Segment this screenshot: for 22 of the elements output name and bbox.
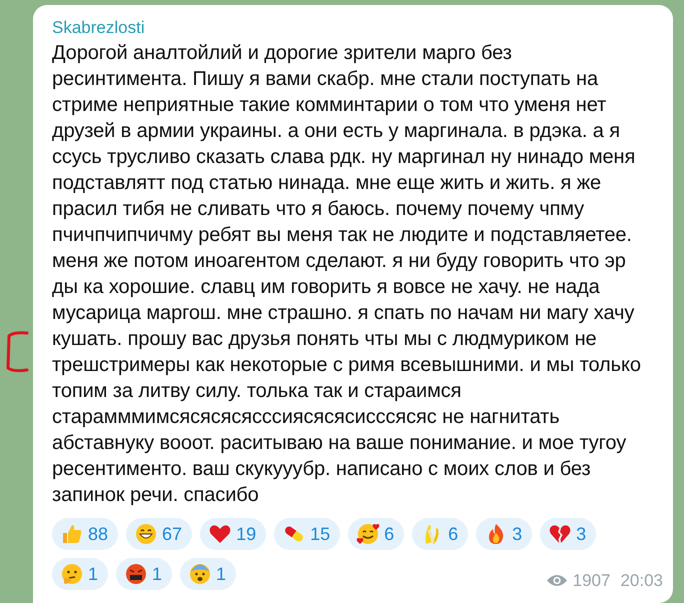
reaction-button[interactable]: 1	[52, 558, 108, 590]
eye-icon	[546, 572, 568, 588]
reaction-button[interactable]: 19	[200, 518, 266, 550]
thumbs-up-icon	[60, 522, 84, 546]
reaction-button[interactable]: 3	[540, 518, 596, 550]
reaction-button[interactable]: 6	[412, 518, 468, 550]
reaction-button[interactable]: 1	[180, 558, 236, 590]
view-count: 1907	[572, 570, 610, 592]
reaction-button[interactable]: 88	[52, 518, 118, 550]
message-text: Дорогой аналтойлий и дорогие зрители марго без ресинтимента. Пишу я вами скабр. мне стали поступать на стриме неприятные такие комминтарии о том что уменя нет друзей в армии украины. а они есть у маргинала. в рдэка. а я ссусь трусливо сказать слава рдк. ну маргинал ну нинадо меня подставлятт под статью нинада. мне еще жить и жить. я же прасил тибя не сливать что я баюсь. почему почему чпму пчичпчипчичму ребят вы меня так не людите и подставляетее. меня же потом иноагентом сделают. я ни буду говорить что эр ды ка хорошие. славц им говорить я вовсе не хачу. не нада мусарица маргош. мне страшно. я спать по начам ни магу хачу кушать. прошу вас друзья понять чты мы с людмуриком не трешстримеры как некоторые с римя всевышними. и мы только топим за литву силу. толька так и стараимся старамммимсясясясясссиясясясисссясяс не нагнитать абставнуку вооот. раситываю на ваше понимание. и мое тугоу ресентименто. ваш скукууубр. написано с моих слов и без запинок речи. спасибо	[52, 41, 641, 508]
reaction-button[interactable]: 1	[116, 558, 172, 590]
annotation-bracket-drawing	[5, 330, 29, 374]
author-name[interactable]: Skabrezlosti	[52, 16, 145, 40]
reaction-button[interactable]: 67	[126, 518, 192, 550]
reaction-button[interactable]: 3	[476, 518, 532, 550]
angry-face-icon	[124, 562, 148, 586]
grinning-face-icon	[134, 522, 158, 546]
reaction-button[interactable]: 15	[274, 518, 340, 550]
smiling-face-with-hearts-icon	[356, 522, 380, 546]
reaction-button[interactable]: 6	[348, 518, 404, 550]
message-time: 20:03	[620, 570, 663, 592]
fearful-face-icon	[188, 562, 212, 586]
